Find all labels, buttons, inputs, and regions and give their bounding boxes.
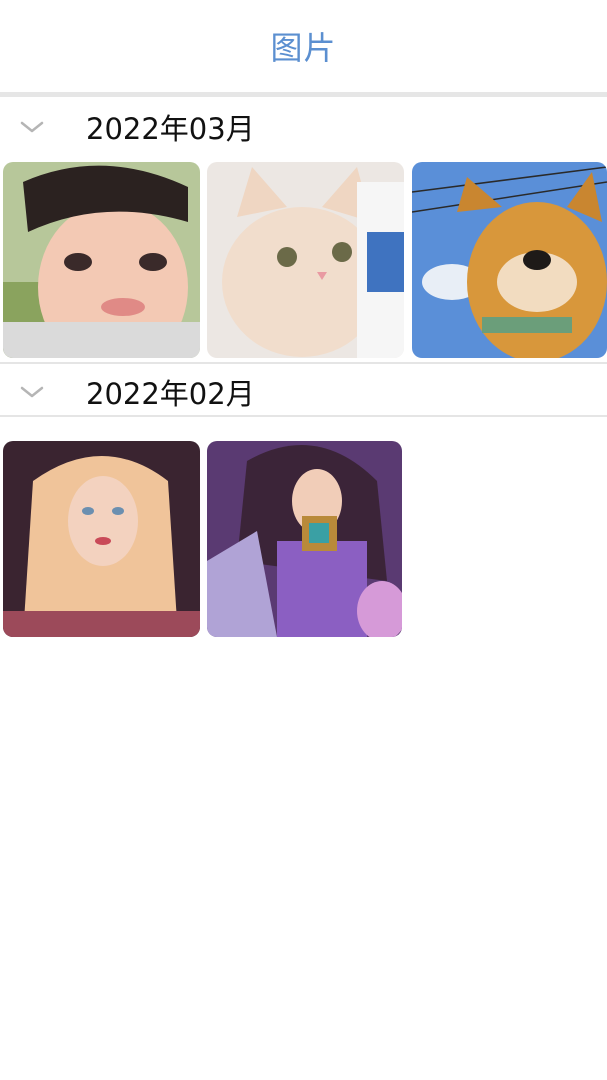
section-divider [0,362,607,364]
app-header: 图片 [0,0,607,92]
section-header-march[interactable]: 2022年03月 [0,100,607,154]
header-divider [0,92,607,97]
section-title: 2022年02月 [86,377,255,411]
section-divider [0,415,607,417]
section-title: 2022年03月 [86,112,255,146]
page-title: 图片 [270,29,337,67]
photo-child-portrait[interactable] [3,162,200,358]
chevron-down-icon[interactable] [18,118,46,136]
chevron-down-icon[interactable] [18,383,46,401]
photo-shiba-dog[interactable] [412,162,607,358]
photo-blonde-woman-illustration[interactable] [3,441,200,637]
section-header-february[interactable]: 2022年02月 [0,365,607,419]
photo-white-cat[interactable] [207,162,404,358]
photo-purple-warrior-illustration[interactable] [207,441,402,637]
